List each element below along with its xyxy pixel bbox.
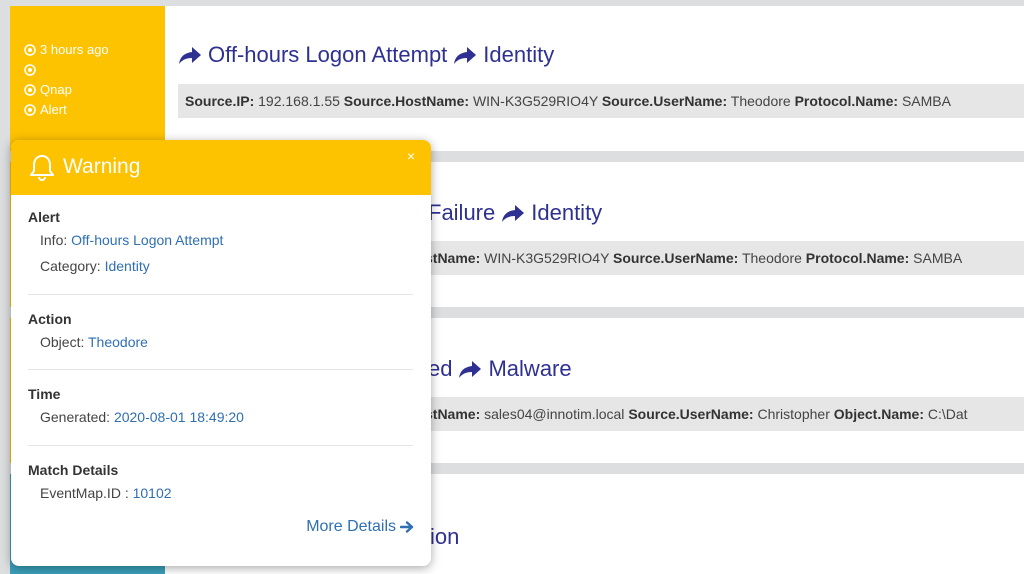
more-details-text: More Details [306,518,396,535]
divider [28,294,413,295]
event-sidebar: 3 hours ago Qnap Alert [10,6,165,151]
bell-icon [30,155,54,181]
share-arrow-icon [454,47,477,64]
divider [28,445,413,446]
event-type-text: Alert [40,102,67,117]
action-object-link[interactable]: Theodore [88,334,148,350]
time-generated-value[interactable]: 2020-08-01 18:49:20 [114,409,244,425]
match-eventmap-value[interactable]: 10102 [133,485,172,501]
popup-header: Warning × [11,140,431,195]
event-title[interactable]: Off-hours Logon Attempt Identity [178,42,554,68]
share-arrow-icon [179,47,201,64]
alert-heading: Alert [28,209,60,225]
divider [28,369,413,370]
event-title[interactable]: ed Malware [428,356,572,382]
time-generated: Generated: 2020-08-01 18:49:20 [40,409,244,425]
match-section: Match Details EventMap.ID : 10102 [28,460,413,506]
popup-title: Warning [63,155,141,178]
event-time-text: 3 hours ago [40,42,109,57]
alert-section: Alert Info: Off-hours Logon Attempt Cate… [28,207,413,279]
event-card[interactable]: 3 hours ago Qnap Alert Off-hours Logon A… [10,6,1024,151]
alert-info: Info: Off-hours Logon Attempt [40,232,224,248]
dot-circle-icon [24,64,36,76]
alert-info-link[interactable]: Off-hours Logon Attempt [71,232,223,248]
dot-circle-icon [24,104,36,116]
event-category-text: Identity [531,200,603,225]
event-category-text: Malware [488,356,572,381]
event-title-text: ion [430,524,460,549]
event-source-text: Qnap [40,82,72,97]
event-title-text: Off-hours Logon Attempt [208,42,448,67]
event-time: 3 hours ago [24,40,109,60]
arrow-right-icon [400,521,414,533]
event-source: Qnap [24,80,109,100]
event-title-text: Failure [428,200,496,225]
clock-circle-icon [24,44,36,56]
event-title-text: ed [428,356,453,381]
dot-circle-icon [24,84,36,96]
event-type: Alert [24,100,109,120]
warning-popup: Warning × Alert Info: Off-hours Logon At… [11,140,431,566]
more-details-link[interactable]: More Details [306,518,414,536]
time-heading: Time [28,386,61,402]
event-title[interactable]: Failure Identity [428,200,602,226]
share-arrow-icon [502,205,525,222]
action-section: Action Object: Theodore [28,309,413,355]
alert-category: Category: Identity [40,258,150,274]
action-object: Object: Theodore [40,334,148,350]
share-arrow-icon [459,361,482,378]
event-title[interactable]: ion [430,524,459,550]
close-icon[interactable]: × [407,148,415,164]
match-eventmap: EventMap.ID : 10102 [40,485,172,501]
event-meta: 3 hours ago Qnap Alert [24,40,109,120]
event-fields: Source.IP: 192.168.1.55 Source.HostName:… [178,84,1024,118]
match-heading: Match Details [28,462,119,478]
event-category-text: Identity [483,42,555,67]
event-blank-meta [24,60,109,80]
action-heading: Action [28,311,72,327]
time-section: Time Generated: 2020-08-01 18:49:20 [28,384,413,430]
alert-category-link[interactable]: Identity [105,258,150,274]
